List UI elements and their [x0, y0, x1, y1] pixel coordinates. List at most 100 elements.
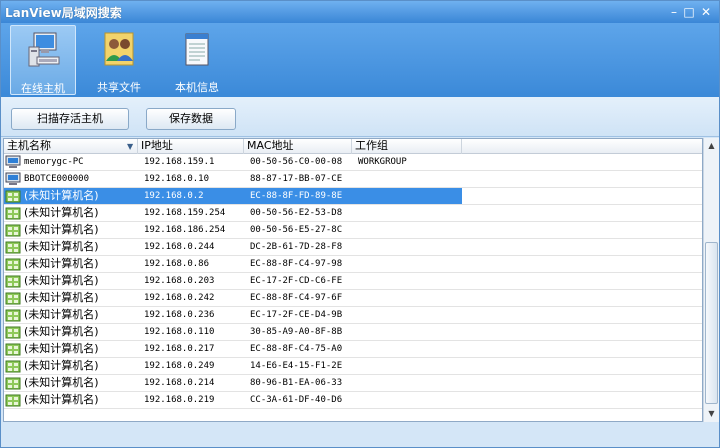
tab-shared-files[interactable]: 共享文件 [86, 25, 152, 95]
hostname-cell: (未知计算机名) [4, 205, 138, 221]
ip-cell: 192.168.0.244 [144, 242, 215, 252]
table-row[interactable]: (未知计算机名) 192.168.0.203 EC-17-2F-CD-C6-FE [4, 273, 702, 290]
hostname-text: (未知计算机名) [24, 308, 99, 321]
workgroup-cell [352, 205, 462, 221]
network-host-icon [5, 326, 21, 339]
network-host-icon [5, 190, 21, 203]
table-row[interactable]: (未知计算机名) 192.168.186.254 00-50-56-E5-27-8C [4, 222, 702, 239]
mac-cell: 00-50-56-E5-27-8C [250, 225, 343, 235]
hostname-text: (未知计算机名) [24, 189, 99, 202]
hostname-cell: (未知计算机名) [4, 222, 138, 238]
hostname-text: (未知计算机名) [24, 342, 99, 355]
network-host-icon [5, 292, 21, 305]
table-row[interactable]: (未知计算机名) 192.168.0.86 EC-88-8F-C4-97-98 [4, 256, 702, 273]
workgroup-cell [352, 188, 462, 204]
table-row[interactable]: (未知计算机名) 192.168.159.254 00-50-56-E2-53-D8 [4, 205, 702, 222]
hostname-cell: (未知计算机名) [4, 375, 138, 391]
scroll-down-icon[interactable]: ▼ [704, 406, 719, 422]
scan-hosts-button[interactable]: 扫描存活主机 [11, 108, 129, 130]
mac-cell: 00-50-56-E2-53-D8 [250, 208, 343, 218]
mac-cell: 14-E6-E4-15-F1-2E [250, 361, 343, 371]
shared-users-icon [104, 32, 134, 66]
network-host-icon [5, 275, 21, 288]
workgroup-cell [352, 375, 462, 391]
scroll-up-icon[interactable]: ▲ [704, 138, 719, 154]
scroll-thumb[interactable] [705, 242, 718, 404]
mac-cell: EC-88-8F-C4-75-A0 [250, 344, 343, 354]
table-row[interactable]: (未知计算机名) 192.168.0.236 EC-17-2F-CE-D4-9B [4, 307, 702, 324]
hostname-cell: memorygc-PC [4, 154, 138, 170]
workgroup-cell [352, 222, 462, 238]
hostname-cell: BBOTCE000000 [4, 171, 138, 187]
workgroup-cell [352, 341, 462, 357]
minimize-button[interactable]: – [666, 4, 682, 20]
table-row[interactable]: (未知计算机名) 192.168.0.242 EC-88-8F-C4-97-6F [4, 290, 702, 307]
vertical-scrollbar[interactable]: ▲ ▼ [703, 138, 719, 422]
status-area [1, 422, 719, 447]
hostname-cell: (未知计算机名) [4, 341, 138, 357]
save-data-button[interactable]: 保存数据 [146, 108, 236, 130]
hostname-cell: (未知计算机名) [4, 358, 138, 374]
mac-cell: 30-85-A9-A0-8F-8B [250, 327, 343, 337]
network-host-icon [5, 309, 21, 322]
computer-icon [28, 32, 60, 67]
table-row[interactable]: (未知计算机名) 192.168.0.219 CC-3A-61-DF-40-D6 [4, 392, 702, 409]
title-bar[interactable]: LanView局域网搜索 – □ ✕ [1, 1, 719, 23]
workgroup-cell [352, 324, 462, 340]
hostname-cell: (未知计算机名) [4, 256, 138, 272]
workgroup-cell [352, 290, 462, 306]
mac-cell: 88-87-17-BB-07-CE [250, 174, 343, 184]
hostname-cell: (未知计算机名) [4, 307, 138, 323]
computer-icon [5, 155, 21, 168]
network-host-icon [5, 360, 21, 373]
tab-local-info[interactable]: 本机信息 [164, 25, 230, 95]
hostname-text: (未知计算机名) [24, 274, 99, 287]
column-header-mac[interactable]: MAC地址 [244, 139, 352, 154]
hostname-text: (未知计算机名) [24, 359, 99, 372]
tab-online-hosts[interactable]: 在线主机 [10, 25, 76, 95]
table-row[interactable]: (未知计算机名) 192.168.0.110 30-85-A9-A0-8F-8B [4, 324, 702, 341]
hostname-text: (未知计算机名) [24, 325, 99, 338]
hostname-text: (未知计算机名) [24, 257, 99, 270]
maximize-button[interactable]: □ [681, 4, 697, 20]
table-row[interactable]: memorygc-PC 192.168.159.1 00-50-56-C0-00-0… [4, 154, 702, 171]
table-row[interactable]: BBOTCE000000 192.168.0.10 88-87-17-BB-07-C… [4, 171, 702, 188]
table-row[interactable]: (未知计算机名) 192.168.0.2 EC-88-8F-FD-89-8E [4, 188, 702, 205]
hostname-text: (未知计算机名) [24, 240, 99, 253]
table-row[interactable]: (未知计算机名) 192.168.0.217 EC-88-8F-C4-75-A0 [4, 341, 702, 358]
computer-icon [5, 172, 21, 185]
ip-cell: 192.168.0.219 [144, 395, 215, 405]
mac-cell: EC-88-8F-C4-97-6F [250, 293, 343, 303]
hostname-cell: (未知计算机名) [4, 290, 138, 306]
window-title: LanView局域网搜索 [5, 6, 122, 20]
ip-cell: 192.168.159.1 [144, 157, 215, 167]
mac-cell: EC-88-8F-C4-97-98 [250, 259, 343, 269]
table-row[interactable]: (未知计算机名) 192.168.0.244 DC-2B-61-7D-28-F8 [4, 239, 702, 256]
hostname-text: BBOTCE000000 [24, 174, 90, 184]
hostname-text: (未知计算机名) [24, 206, 99, 219]
hostname-text: (未知计算机名) [24, 393, 99, 406]
sort-down-icon: ▼ [127, 142, 134, 151]
table-row[interactable]: (未知计算机名) 192.168.0.249 14-E6-E4-15-F1-2E [4, 358, 702, 375]
hostname-text: (未知计算机名) [24, 223, 99, 236]
workgroup-cell [352, 307, 462, 323]
workgroup-cell [352, 273, 462, 289]
mac-cell: EC-17-2F-CE-D4-9B [250, 310, 343, 320]
ip-cell: 192.168.0.214 [144, 378, 215, 388]
hostname-text: memorygc-PC [24, 157, 84, 167]
ip-cell: 192.168.186.254 [144, 225, 226, 235]
host-list[interactable]: 主机名称 ▼ IP地址 MAC地址 工作组 memorygc-PC 192.168… [3, 138, 703, 422]
workgroup-cell [352, 358, 462, 374]
column-header-workgroup[interactable]: 工作组 [352, 139, 462, 154]
column-header-ip[interactable]: IP地址 [138, 139, 244, 154]
ip-cell: 192.168.0.249 [144, 361, 215, 371]
ip-cell: 192.168.0.242 [144, 293, 215, 303]
close-button[interactable]: ✕ [698, 4, 714, 20]
tab-label: 在线主机 [21, 82, 65, 95]
table-row[interactable]: (未知计算机名) 192.168.0.214 80-96-B1-EA-06-33 [4, 375, 702, 392]
hostname-cell: (未知计算机名) [4, 324, 138, 340]
network-host-icon [5, 258, 21, 271]
column-header-hostname[interactable]: 主机名称 [4, 139, 138, 154]
ip-cell: 192.168.0.110 [144, 327, 215, 337]
network-host-icon [5, 241, 21, 254]
